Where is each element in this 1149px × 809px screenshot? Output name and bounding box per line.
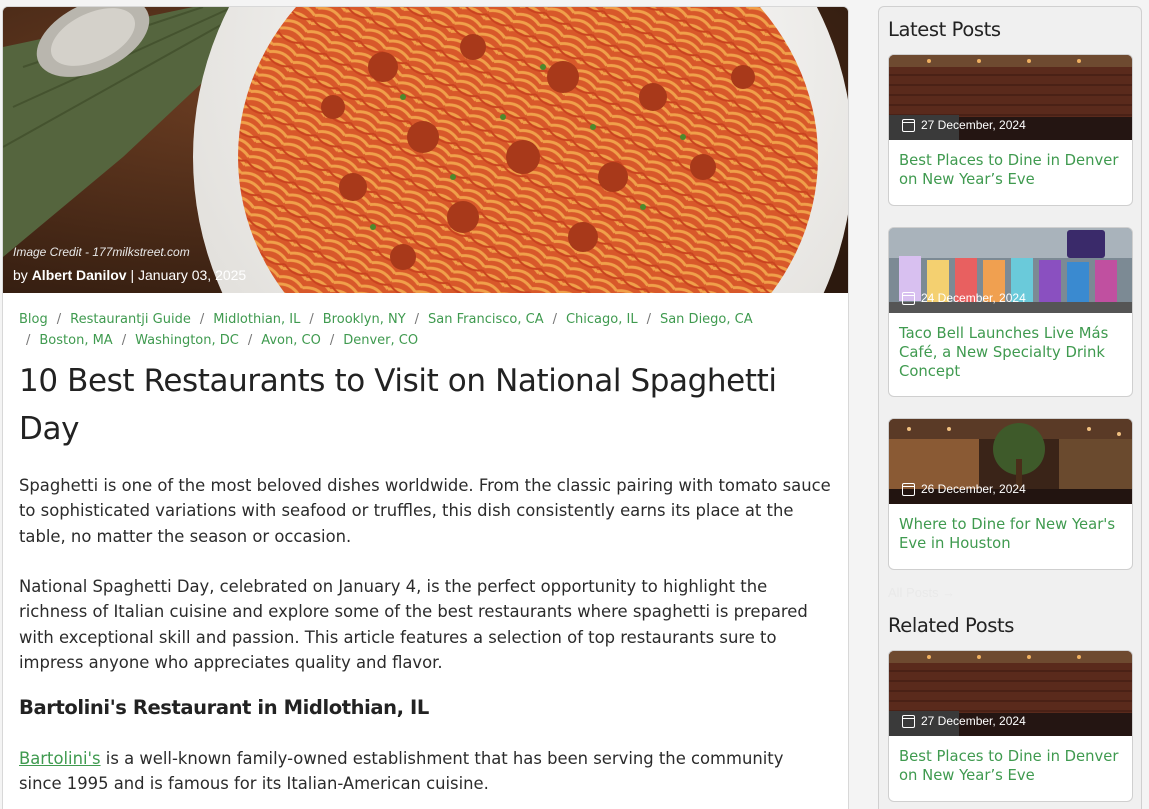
article-title: 10 Best Restaurants to Visit on National… (19, 363, 777, 447)
sidebar: Latest Posts 27 December, 2024 Best Plac… (878, 6, 1142, 809)
byline: by Albert Danilov | January 03, 2025 (13, 267, 246, 283)
breadcrumb-denver[interactable]: Denver, CO (343, 333, 418, 348)
all-posts-link[interactable]: All Posts → (888, 585, 955, 600)
calendar-icon (902, 118, 915, 132)
breadcrumb-separator: / (414, 312, 420, 327)
post-date: 27 December, 2024 (902, 714, 1026, 728)
publish-date: January 03, 2025 (138, 267, 247, 283)
post-date-text: 27 December, 2024 (921, 118, 1026, 132)
post-date-text: 27 December, 2024 (921, 714, 1026, 728)
calendar-icon (902, 291, 915, 305)
latest-posts-heading: Latest Posts (888, 18, 1001, 41)
breadcrumb-midlothian[interactable]: Midlothian, IL (213, 312, 300, 327)
breadcrumb-separator: / (552, 312, 557, 327)
breadcrumb-chicago[interactable]: Chicago, IL (566, 312, 638, 327)
post-date: 24 December, 2024 (902, 291, 1026, 305)
post-title[interactable]: Best Places to Dine in Denver on New Yea… (889, 140, 1132, 189)
byline-separator: | (130, 267, 135, 283)
post-thumbnail[interactable]: 26 December, 2024 (889, 419, 1132, 504)
post-date-text: 24 December, 2024 (921, 291, 1026, 305)
post-title[interactable]: Taco Bell Launches Live Más Café, a New … (889, 313, 1132, 381)
post-thumbnail[interactable]: 24 December, 2024 (889, 228, 1132, 313)
breadcrumb-separator: / (646, 312, 651, 327)
post-thumbnail[interactable]: 27 December, 2024 (889, 55, 1132, 140)
related-posts-heading: Related Posts (888, 614, 1015, 637)
breadcrumb-separator: / (247, 333, 253, 348)
calendar-icon (902, 714, 915, 728)
restaurant-link[interactable]: Bartolini's (19, 749, 101, 768)
body-paragraph: National Spaghetti Day, celebrated on Ja… (19, 577, 808, 672)
breadcrumb-avon[interactable]: Avon, CO (261, 333, 321, 348)
post-card[interactable]: 26 December, 2024 Where to Dine for New … (888, 418, 1133, 570)
image-credit: Image Credit - 177milkstreet.com (13, 245, 190, 259)
breadcrumb-restaurantji-guide[interactable]: Restaurantji Guide (70, 312, 191, 327)
article-card: Image Credit - 177milkstreet.com by Albe… (2, 6, 849, 809)
section-paragraph: Bartolini's is a well-known family-owned… (19, 746, 831, 797)
breadcrumb-san-diego[interactable]: San Diego, CA (660, 312, 753, 327)
breadcrumb-san-francisco[interactable]: San Francisco, CA (428, 312, 544, 327)
intro-paragraph: Spaghetti is one of the most beloved dis… (19, 476, 831, 546)
hero-image: Image Credit - 177milkstreet.com by Albe… (3, 7, 848, 293)
section-heading: Bartolini's Restaurant in Midlothian, IL (19, 696, 429, 719)
post-card[interactable]: 24 December, 2024 Taco Bell Launches Liv… (888, 227, 1133, 397)
breadcrumb-separator: / (121, 333, 127, 348)
breadcrumb-brooklyn[interactable]: Brooklyn, NY (323, 312, 406, 327)
post-date-text: 26 December, 2024 (921, 482, 1026, 496)
breadcrumb-separator: / (199, 312, 205, 327)
calendar-icon (902, 482, 915, 496)
breadcrumb-separator: / (56, 312, 62, 327)
breadcrumb-washington[interactable]: Washington, DC (135, 333, 239, 348)
breadcrumb-blog[interactable]: Blog (19, 312, 48, 327)
breadcrumb-separator: / (26, 333, 31, 348)
post-card[interactable]: 27 December, 2024 Best Places to Dine in… (888, 54, 1133, 206)
section-paragraph-text: is a well-known family-owned establishme… (19, 749, 784, 794)
breadcrumb-separator: / (309, 312, 314, 327)
post-title[interactable]: Where to Dine for New Year's Eve in Hous… (889, 504, 1132, 553)
byline-prefix: by (13, 267, 28, 283)
breadcrumb: Blog / Restaurantji Guide / Midlothian, IL / B… (19, 309, 839, 351)
post-thumbnail[interactable]: 27 December, 2024 (889, 651, 1132, 736)
post-title[interactable]: Best Places to Dine in Denver on New Yea… (889, 736, 1132, 785)
breadcrumb-boston[interactable]: Boston, MA (39, 333, 112, 348)
post-date: 26 December, 2024 (902, 482, 1026, 496)
author-name[interactable]: Albert Danilov (32, 267, 127, 283)
post-date: 27 December, 2024 (902, 118, 1026, 132)
post-card[interactable]: 27 December, 2024 Best Places to Dine in… (888, 650, 1133, 802)
breadcrumb-separator: / (329, 333, 335, 348)
